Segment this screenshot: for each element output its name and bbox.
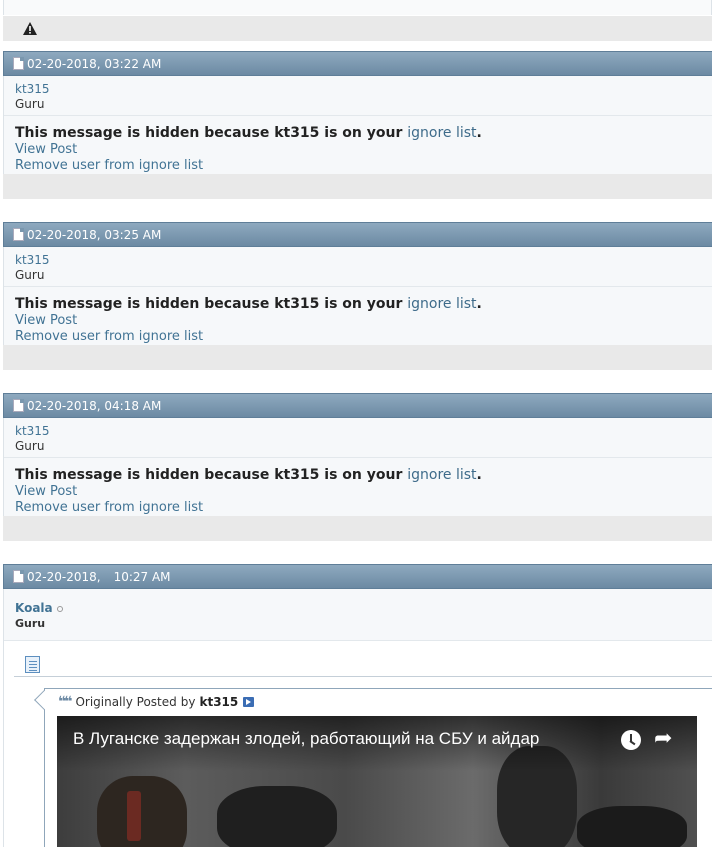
video-title[interactable]: В Луганске задержан злодей, работающий н… — [73, 729, 539, 749]
post-header: 02-20-2018, 03:25 AM — [3, 222, 712, 247]
document-icon — [13, 228, 24, 241]
post-header: 02-20-2018, 10:27 AM — [3, 564, 712, 589]
ignore-list-link[interactable]: ignore list — [407, 467, 476, 483]
post-date: 02-20-2018, — [27, 569, 101, 584]
quote-label: Originally Posted — [75, 695, 177, 709]
user-info: Koala Guru — [4, 589, 712, 641]
user-info: kt315 Guru — [4, 247, 712, 287]
hidden-message-block: This message is hidden because kt315 is … — [4, 116, 712, 174]
remove-from-ignore-link[interactable]: Remove user from ignore list — [15, 500, 712, 516]
post-body: kt315 Guru This message is hidden becaus… — [3, 247, 712, 345]
hidden-message-text: This message is hidden because kt315 is … — [15, 296, 408, 312]
hidden-message-end: . — [476, 296, 482, 312]
hidden-post: 02-20-2018, 03:22 AM kt315 Guru This mes… — [3, 51, 712, 199]
hidden-message-end: . — [476, 125, 482, 141]
post-body: kt315 Guru This message is hidden becaus… — [3, 76, 712, 174]
quote-header: ❝❝ Originally Posted by kt315 — [58, 694, 255, 710]
ignore-list-link[interactable]: ignore list — [407, 125, 476, 141]
post-date: 02-20-2018, 03:25 AM — [27, 227, 162, 242]
warning-icon[interactable] — [23, 22, 37, 35]
post-header: 02-20-2018, 04:18 AM — [3, 393, 712, 418]
view-post-link[interactable]: View Post — [15, 142, 712, 158]
user-info: kt315 Guru — [4, 76, 712, 116]
remove-from-ignore-link[interactable]: Remove user from ignore list — [15, 158, 712, 174]
view-post-icon[interactable] — [243, 697, 255, 707]
document-icon — [25, 656, 40, 673]
post-body: Koala Guru — [3, 589, 712, 641]
clock-icon[interactable] — [621, 730, 641, 750]
previous-post-footer — [3, 16, 712, 41]
previous-post-body — [3, 0, 712, 15]
post-footer — [3, 174, 712, 199]
username-link[interactable]: Koala — [15, 601, 53, 615]
divider — [14, 676, 712, 677]
quote-icon: ❝❝ — [58, 694, 73, 710]
post-date: 02-20-2018, 04:18 AM — [27, 398, 162, 413]
hidden-message: This message is hidden because kt315 is … — [15, 466, 712, 484]
hidden-message: This message is hidden because kt315 is … — [15, 295, 712, 313]
ignore-list-link[interactable]: ignore list — [407, 296, 476, 312]
hidden-message: This message is hidden because kt315 is … — [15, 124, 712, 142]
document-icon — [13, 399, 24, 412]
quote-author: kt315 — [199, 695, 239, 709]
hidden-message-block: This message is hidden because kt315 is … — [4, 287, 712, 345]
post-date: 02-20-2018, 03:22 AM — [27, 56, 162, 71]
share-icon[interactable]: ➦ — [654, 728, 672, 750]
post-footer — [3, 345, 712, 370]
user-title: Guru — [15, 268, 45, 282]
video-frame-shape — [97, 776, 187, 847]
quote-by: by — [180, 695, 196, 709]
user-title: Guru — [15, 97, 45, 111]
document-icon — [13, 57, 24, 70]
video-frame-shape — [127, 791, 141, 841]
quote-box: ❝❝ Originally Posted by kt315 В Луганске… — [34, 688, 712, 847]
username-link[interactable]: kt315 — [15, 82, 712, 97]
video-frame-shape — [577, 806, 687, 847]
post-body: kt315 Guru This message is hidden becaus… — [3, 418, 712, 516]
video-embed[interactable]: В Луганске задержан злодей, работающий н… — [57, 716, 697, 847]
remove-from-ignore-link[interactable]: Remove user from ignore list — [15, 329, 712, 345]
hidden-message-end: . — [476, 467, 482, 483]
user-title: Guru — [15, 617, 46, 630]
user-info: kt315 Guru — [4, 418, 712, 458]
hidden-post: 02-20-2018, 04:18 AM kt315 Guru This mes… — [3, 393, 712, 541]
post-footer — [3, 516, 712, 541]
user-title: Guru — [15, 439, 45, 453]
offline-status-icon — [56, 605, 63, 612]
hidden-message-text: This message is hidden because kt315 is … — [15, 125, 408, 141]
koala-post: 02-20-2018, 10:27 AM Koala Guru — [3, 564, 712, 641]
hidden-message-text: This message is hidden because kt315 is … — [15, 467, 408, 483]
video-frame-shape — [217, 786, 337, 847]
username-link[interactable]: kt315 — [15, 253, 712, 268]
quote-pointer — [34, 690, 54, 710]
view-post-link[interactable]: View Post — [15, 484, 712, 500]
document-icon — [13, 570, 24, 583]
post-time: 10:27 AM — [113, 569, 171, 584]
post-header: 02-20-2018, 03:22 AM — [3, 51, 712, 76]
username-link[interactable]: kt315 — [15, 424, 712, 439]
post-content: ❝❝ Originally Posted by kt315 В Луганске… — [3, 641, 712, 847]
view-post-link[interactable]: View Post — [15, 313, 712, 329]
hidden-message-block: This message is hidden because kt315 is … — [4, 458, 712, 516]
hidden-post: 02-20-2018, 03:25 AM kt315 Guru This mes… — [3, 222, 712, 370]
